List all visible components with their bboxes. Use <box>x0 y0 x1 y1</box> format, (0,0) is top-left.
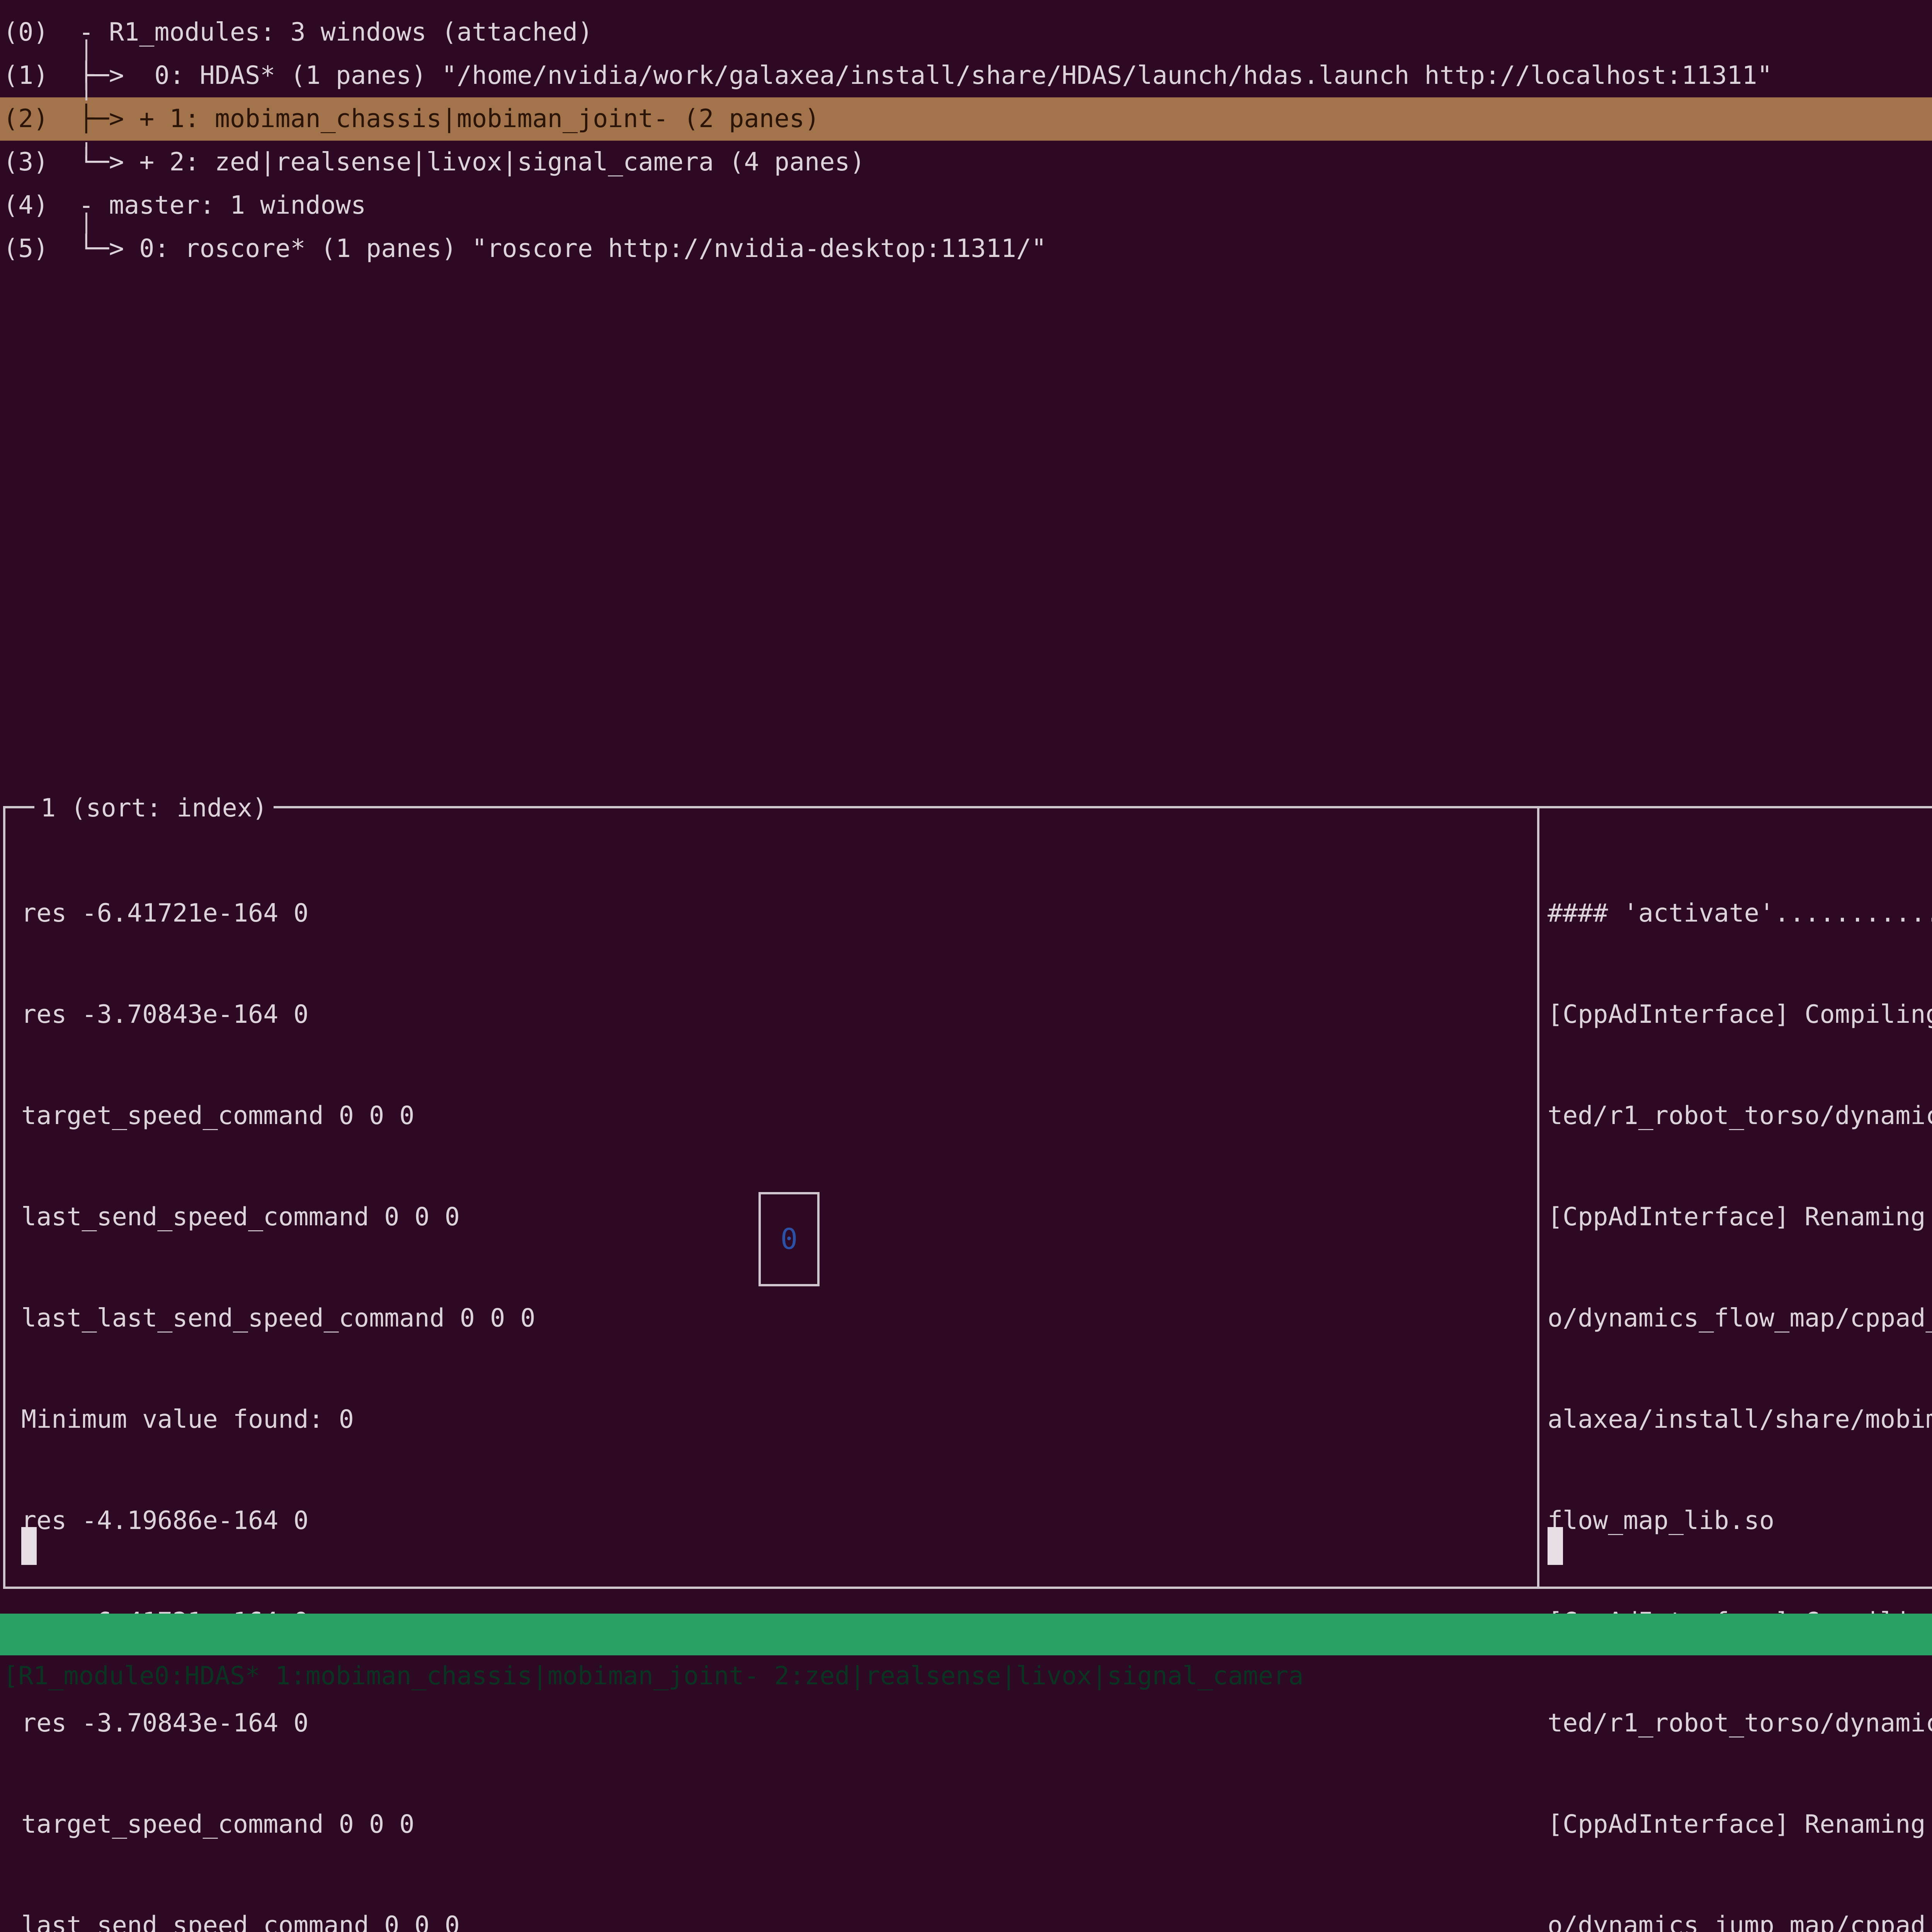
tree-connector-line <box>85 83 87 100</box>
terminal-line: res -3.70843e-164 0 <box>21 1702 536 1745</box>
terminal-line: target_speed_command 0 0 0 <box>21 1094 536 1138</box>
terminal-line: alaxea/install/share/mobiman/auto_genera… <box>1548 1398 1932 1441</box>
terminal-line: Minimum value found: 0 <box>21 1398 536 1441</box>
terminal-line: last_send_speed_command 0 0 0 <box>21 1196 536 1239</box>
preview-pane-1[interactable]: #### 'activate'.........................… <box>1548 834 1932 1932</box>
tree-item-window-sensors[interactable]: (3) └─> + 2: zed|realsense|livox|signal_… <box>0 141 1932 184</box>
terminal-line: [CppAdInterface] Compiling Shared Librar… <box>1548 993 1932 1036</box>
terminal-line: last_last_send_speed_command 0 0 0 <box>21 1297 536 1340</box>
terminal-line: #### 'activate'.........................… <box>1548 892 1932 935</box>
tmux-status-bar: [R1_module0:HDAS* 1:mobiman_chassis|mobi… <box>0 1614 1932 1655</box>
terminal-line: res -3.70843e-164 0 <box>21 993 536 1036</box>
terminal-line: o/dynamics_jump_map/cppad_generated/dyna… <box>1548 1904 1932 1932</box>
terminal-line: [CppAdInterface] Renaming /home/nvidia/w… <box>1548 1196 1932 1239</box>
pane-number-label: 0 <box>781 1223 798 1256</box>
terminal-line: ted/r1_robot_torso/dynamics_flow_map/cpp… <box>1548 1094 1932 1138</box>
session-window-tree: (0) - R1_modules: 3 windows (attached) (… <box>0 11 1932 270</box>
tree-item-window-hdas[interactable]: (1) ├─> 0: HDAS* (1 panes) "/home/nvidia… <box>0 54 1932 97</box>
tree-connector-line <box>85 39 87 61</box>
terminal-line: [CppAdInterface] Renaming /home/nvidia/w… <box>1548 1803 1932 1846</box>
preview-pane-0[interactable]: res -6.41721e-164 0 res -3.70843e-164 0 … <box>21 834 536 1932</box>
tree-item-window-roscore[interactable]: (5) └─> 0: roscore* (1 panes) "roscore h… <box>0 227 1932 270</box>
status-session-window-list[interactable]: [R1_module0:HDAS* 1:mobiman_chassis|mobi… <box>3 1655 1303 1697</box>
pane-number-indicator-0: 0 <box>759 1192 820 1286</box>
terminal-line: last_send_speed_command 0 0 0 <box>21 1904 536 1932</box>
terminal-line: ted/r1_robot_torso/dynamics_jump_map/cpp… <box>1548 1702 1932 1745</box>
terminal-line: res -6.41721e-164 0 <box>21 892 536 935</box>
tree-item-session-r1-modules[interactable]: (0) - R1_modules: 3 windows (attached) <box>0 11 1932 54</box>
tree-item-window-mobiman-selected[interactable]: (2) ├─> + 1: mobiman_chassis|mobiman_joi… <box>0 97 1932 141</box>
preview-title: 1 (sort: index) <box>34 792 274 825</box>
terminal-line: o/dynamics_flow_map/cppad_generated/dyna… <box>1548 1297 1932 1340</box>
tree-item-session-master[interactable]: (4) - master: 1 windows <box>0 184 1932 227</box>
cursor-block-left-pane <box>21 1527 37 1565</box>
terminal-line: res -4.19686e-164 0 <box>21 1499 536 1543</box>
terminal-line: target_speed_command 0 0 0 <box>21 1803 536 1846</box>
cursor-block-right-pane <box>1548 1527 1563 1565</box>
tree-connector-line <box>85 213 87 234</box>
pane-divider <box>1537 808 1539 1587</box>
tree-connector-line <box>85 142 87 155</box>
terminal-line: flow_map_lib.so <box>1548 1499 1932 1543</box>
